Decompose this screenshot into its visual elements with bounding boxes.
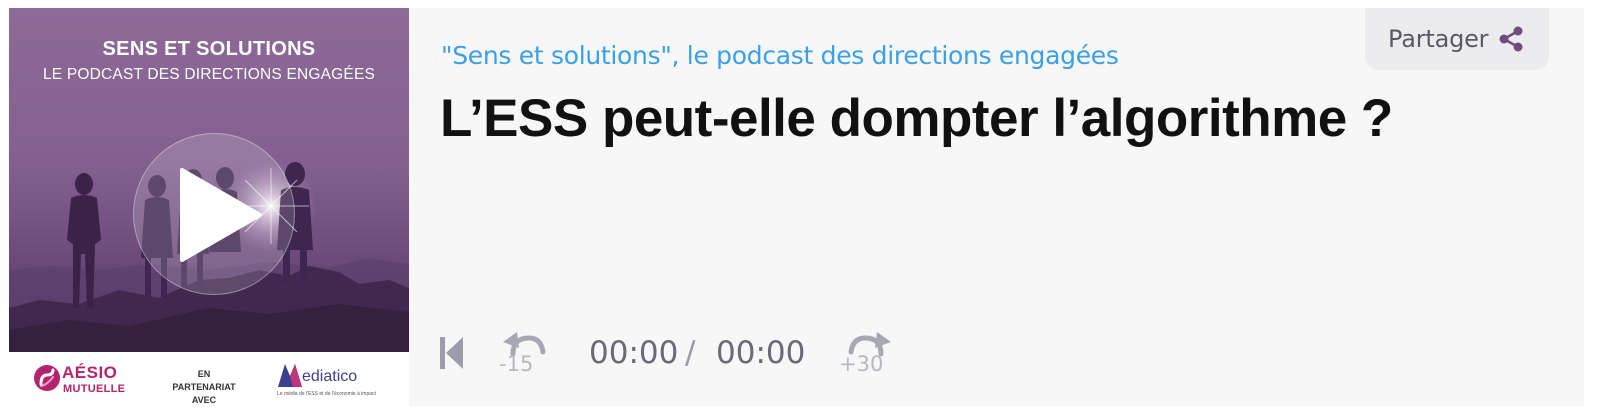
partner-text-line1: EN PARTENARIAT [172, 369, 236, 392]
aesio-mark-icon [34, 365, 60, 391]
rewind-label: -15 [499, 352, 534, 376]
aesio-logo-name: AÉSIO [62, 363, 118, 382]
time-separator: / [685, 335, 696, 371]
mediatico-logo-name: ediatico [302, 368, 358, 385]
cover-artwork: SENS ET SOLUTIONS LE PODCAST DES DIRECTI… [9, 8, 409, 406]
mediatico-mark-icon [278, 364, 302, 387]
aesio-logo: AÉSIO MUTUELLE [33, 361, 145, 397]
cover-subtitle: LE PODCAST DES DIRECTIONS ENGAGÉES [42, 66, 376, 83]
skip-back-icon[interactable] [439, 335, 465, 371]
partner-text: EN PARTENARIAT AVEC [169, 368, 239, 406]
partner-text-line2: AVEC [191, 395, 217, 405]
total-time: 00:00 [716, 335, 806, 371]
mediatico-logo-tagline: Le média de l'ESS et de l'économie à imp… [277, 391, 376, 397]
cover-title: SENS ET SOLUTIONS [102, 38, 316, 60]
podcast-player: SENS ET SOLUTIONS LE PODCAST DES DIRECTI… [9, 8, 1584, 406]
episode-title: L’ESS peut-elle dompter l’algorithme ? [440, 89, 1393, 148]
current-time: 00:00 [589, 335, 679, 371]
mediatico-logo: ediatico Le média de l'ESS et de l'écono… [277, 360, 387, 400]
forward-label: +30 [839, 352, 884, 376]
play-icon [180, 168, 262, 262]
aesio-logo-sub: MUTUELLE [63, 383, 126, 395]
play-button[interactable] [133, 133, 295, 295]
podcast-name-link[interactable]: "Sens et solutions", le podcast des dire… [441, 41, 1119, 70]
cover-image: SENS ET SOLUTIONS LE PODCAST DES DIRECTI… [9, 8, 409, 352]
cover-footer: AÉSIO MUTUELLE EN PARTENARIAT AVEC ediat… [9, 352, 409, 406]
share-label: Partager [1388, 25, 1489, 53]
share-icon [1499, 26, 1523, 52]
share-button[interactable]: Partager [1365, 8, 1549, 70]
